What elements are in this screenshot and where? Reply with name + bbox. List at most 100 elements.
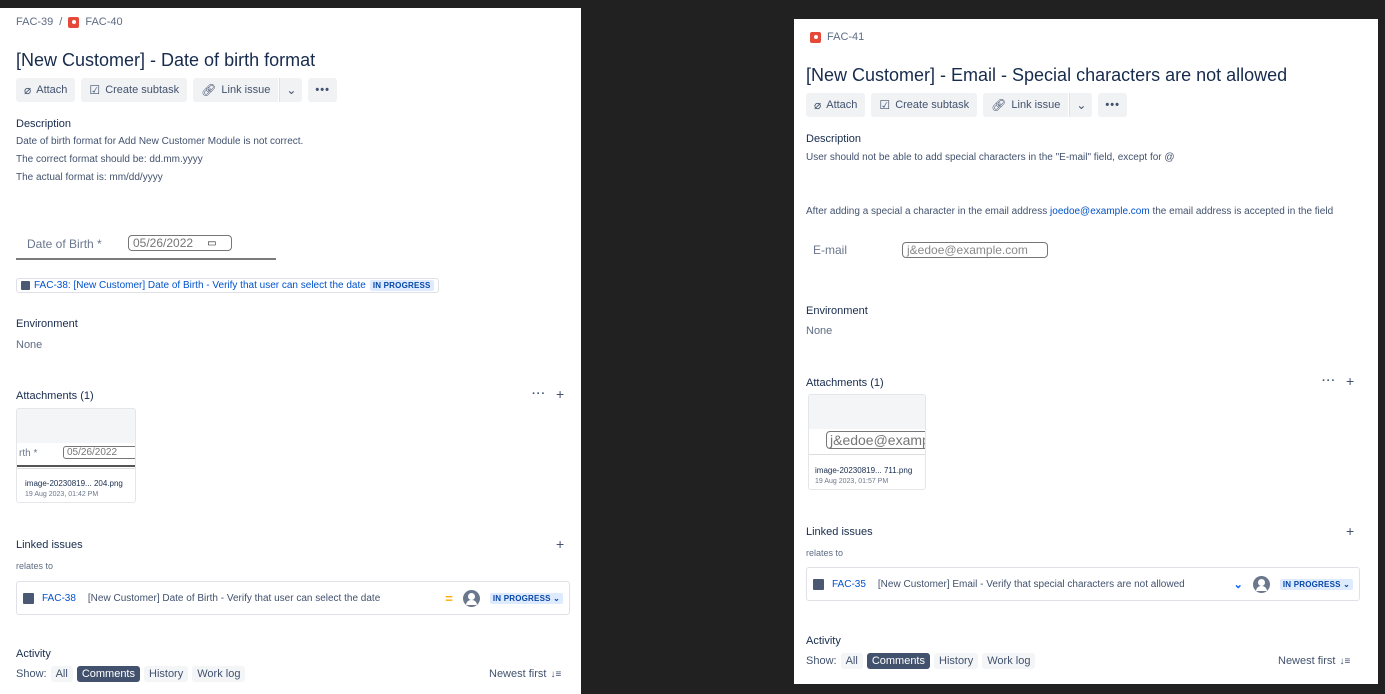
status-text: IN PROGRESS [1282,579,1341,589]
issue-panel-right: FAC-41 [New Customer] - Email - Special … [794,19,1378,684]
filter-comments[interactable]: Comments [76,666,140,682]
linked-issues-label: Linked issues [16,539,83,551]
issue-toolbar: ⌀ Attach ☑ Create subtask 🔗︎ Link issue ⌄ •… [16,78,337,102]
attach-button[interactable]: ⌀ Attach [16,78,76,102]
linked-issues-label: Linked issues [806,526,873,538]
thumbnail-preview-bg [17,409,135,443]
attachment-date: 19 Aug 2023, 01:57 PM [815,478,889,485]
status-text: IN PROGRESS [492,593,551,603]
thumbnail-crop-label: rth * [19,448,38,459]
linked-chip-text: FAC-38: [New Customer] Date of Birth - V… [34,280,366,291]
filter-work-log[interactable]: Work log [192,666,246,682]
description-text: the email address is accepted in the fie… [1149,206,1334,217]
sort-toggle[interactable]: Newest first ↓≡ [489,668,561,680]
attachment-thumbnail[interactable]: rth * 05/26/2022 image-20230819... 204.p… [16,408,136,503]
status-badge: IN PROGRESS [369,280,434,291]
priority-low-icon: ⌄ [1233,578,1243,591]
activity-label: Activity [806,635,841,647]
link-icon: 🔗︎ [991,98,1007,112]
attach-label: Attach [826,99,858,111]
link-icon: 🔗︎ [201,83,217,97]
link-issue-dropdown[interactable]: ⌄ [1069,93,1093,117]
attachments-more-icon[interactable]: ··· [532,388,546,400]
sort-toggle[interactable]: Newest first ↓≡ [1278,655,1350,667]
status-dropdown[interactable]: IN PROGRESS ⌄ [489,592,563,604]
linked-issue-row[interactable]: FAC-35 [New Customer] Email - Verify tha… [806,567,1360,601]
filter-all[interactable]: All [50,666,73,682]
description-label: Description [16,118,72,130]
breadcrumb-current[interactable]: FAC-41 [827,31,864,43]
email-input: j&edoe@example.com [902,242,1048,258]
more-icon: ••• [315,84,330,96]
breadcrumb-parent[interactable]: FAC-39 [16,16,53,28]
attachment-thumbnail[interactable]: j&edoe@examp image-20230819... 711.png 1… [808,394,926,490]
calendar-icon: ▭ [207,237,217,249]
issue-title[interactable]: [New Customer] - Email - Special charact… [806,65,1287,86]
status-dropdown[interactable]: IN PROGRESS ⌄ [1279,578,1353,590]
thumbnail-crop-value: 05/26/2022 [63,446,135,459]
filter-work-log[interactable]: Work log [982,653,1036,669]
embedded-screenshot-email: E-mail j&edoe@example.com [806,239,1056,263]
add-linked-issue-icon[interactable]: + [1346,523,1354,539]
checkbox-icon: ☑ [879,98,891,112]
link-issue-button[interactable]: 🔗︎ Link issue [983,93,1069,117]
description-line: Date of birth format for Add New Custome… [16,136,304,147]
activity-filter-bar: Show: All Comments History Work log [16,666,246,682]
story-icon [21,281,30,290]
story-icon [23,592,34,604]
email-link[interactable]: joedoe@example.com [1050,206,1150,217]
email-input-value: j&edoe@example.com [907,243,1028,257]
attach-button[interactable]: ⌀ Attach [806,93,866,117]
create-subtask-button[interactable]: ☑ Create subtask [871,93,978,117]
avatar [462,589,480,607]
add-attachment-icon[interactable]: + [1346,373,1354,389]
field-underline [16,258,276,260]
description-label: Description [806,133,862,145]
linked-issue-key[interactable]: FAC-35 [832,579,866,590]
filter-history[interactable]: History [934,653,979,669]
filter-all[interactable]: All [840,653,863,669]
environment-value: None [16,339,43,351]
linked-issue-key[interactable]: FAC-38 [42,593,76,604]
story-icon [813,578,824,590]
more-actions-button[interactable]: ••• [1098,93,1127,117]
attachments-label: Attachments (1) [16,390,94,402]
linked-issue-chip[interactable]: FAC-38: [New Customer] Date of Birth - V… [16,278,439,293]
issue-toolbar: ⌀ Attach ☑ Create subtask 🔗︎ Link issue ⌄ •… [806,93,1127,117]
attachments-label: Attachments (1) [806,377,884,389]
environment-label: Environment [806,305,868,317]
description-line: After adding a special a character in th… [806,206,1333,217]
attachments-more-icon[interactable]: ··· [1322,375,1336,387]
linked-issue-row[interactable]: FAC-38 [New Customer] Date of Birth - Ve… [16,581,570,615]
description-text: After adding a special a character in th… [806,206,1051,217]
sort-icon: ↓≡ [1339,655,1351,667]
link-issue-dropdown[interactable]: ⌄ [279,78,303,102]
bug-icon [810,31,821,43]
relation-label: relates to [16,561,54,571]
sort-icon: ↓≡ [550,668,562,680]
paperclip-icon: ⌀ [814,98,822,112]
environment-label: Environment [16,318,78,330]
more-actions-button[interactable]: ••• [308,78,337,102]
attach-label: Attach [36,84,68,96]
add-linked-issue-icon[interactable]: + [556,536,564,552]
dob-field-label: Date of Birth * [27,237,102,251]
breadcrumb-current[interactable]: FAC-40 [85,16,122,28]
add-attachment-icon[interactable]: + [556,386,564,402]
email-field-label: E-mail [813,243,848,257]
show-label: Show: [16,668,47,680]
linked-issue-summary[interactable]: [New Customer] Email - Verify that speci… [878,579,1234,590]
issue-title[interactable]: [New Customer] - Date of birth format [16,50,315,71]
filter-history[interactable]: History [144,666,189,682]
create-subtask-button[interactable]: ☑ Create subtask [81,78,188,102]
show-label: Show: [806,655,837,667]
filter-comments[interactable]: Comments [866,653,930,669]
linked-issue-summary[interactable]: [New Customer] Date of Birth - Verify th… [88,593,445,604]
link-issue-button[interactable]: 🔗︎ Link issue [193,78,279,102]
priority-medium-icon: = [445,590,453,606]
dob-date-value: 05/26/2022 [133,236,194,250]
chevron-down-icon: ⌄ [286,83,297,97]
relation-label: relates to [806,548,844,558]
attachment-filename: image-20230819... 204.png [25,479,123,488]
breadcrumb-separator: / [59,16,63,28]
